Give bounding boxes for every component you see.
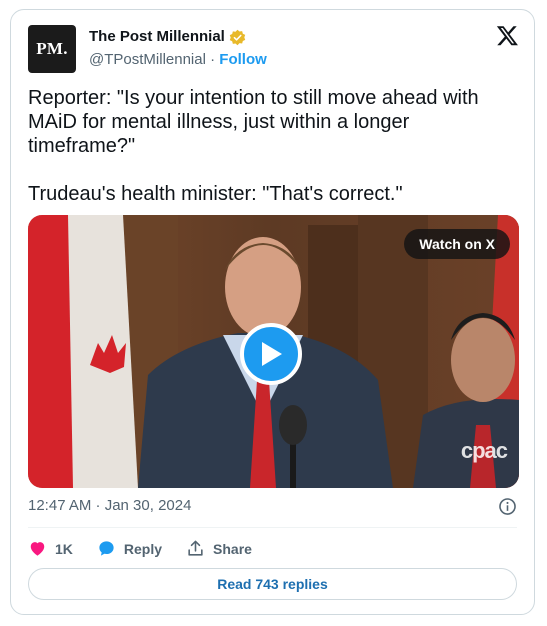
separator-dot: · (210, 51, 216, 68)
play-icon (262, 342, 282, 366)
info-icon[interactable] (498, 497, 517, 516)
avatar-text: PM. (36, 39, 68, 58)
tweet-card: PM. The Post Millennial @TPostMillennial… (10, 9, 535, 615)
handle-row: @TPostMillennial · Follow (89, 51, 267, 69)
x-logo-icon[interactable] (496, 24, 519, 47)
action-bar: 1K Reply Share (28, 539, 276, 558)
author-handle[interactable]: @TPostMillennial (89, 51, 206, 68)
play-button[interactable] (240, 323, 302, 385)
divider (28, 527, 517, 528)
timestamp[interactable]: 12:47 AM · Jan 30, 2024 (28, 497, 191, 515)
author-name-row[interactable]: The Post Millennial (89, 28, 246, 46)
avatar[interactable]: PM. (28, 25, 76, 73)
watch-on-x-button[interactable]: Watch on X (404, 229, 510, 259)
verified-badge-icon (229, 29, 246, 45)
reply-bubble-icon (99, 541, 114, 556)
share-icon (188, 540, 203, 556)
reply-button[interactable]: Reply (97, 539, 162, 558)
share-button[interactable]: Share (186, 539, 252, 558)
tweet-text: Reporter: "Is your intention to still mo… (28, 87, 479, 205)
like-count: 1K (55, 540, 73, 557)
like-button[interactable]: 1K (28, 539, 73, 558)
heart-icon (30, 542, 45, 556)
follow-button[interactable]: Follow (219, 51, 267, 68)
cpac-watermark: cpac (460, 438, 508, 463)
read-replies-button[interactable]: Read 743 replies (28, 568, 517, 600)
reply-label: Reply (123, 540, 163, 557)
share-label: Share (213, 540, 252, 557)
author-name[interactable]: The Post Millennial (89, 28, 225, 46)
video-media[interactable]: Watch on X cpac (28, 215, 519, 488)
